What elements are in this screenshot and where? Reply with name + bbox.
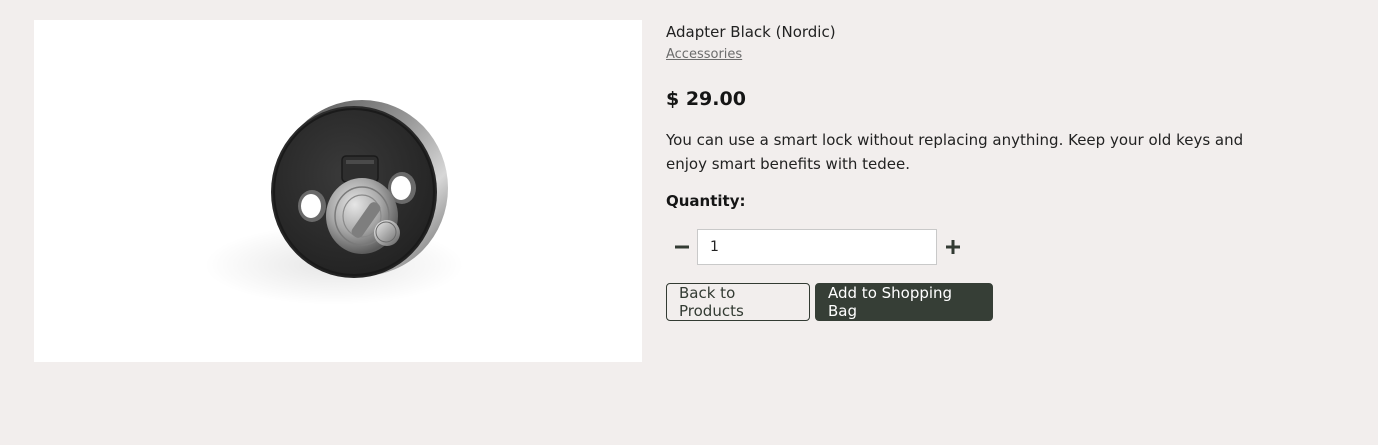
- increase-quantity-button[interactable]: [937, 228, 968, 266]
- product-title: Adapter Black (Nordic): [666, 23, 836, 41]
- category-link[interactable]: Accessories: [666, 46, 742, 64]
- add-to-bag-button[interactable]: Add to Shopping Bag: [815, 283, 993, 321]
- product-description: You can use a smart lock without replaci…: [666, 131, 1244, 173]
- quantity-stepper: [666, 228, 1286, 266]
- action-buttons: Back to Products Add to Shopping Bag: [666, 283, 1286, 321]
- decrease-quantity-button[interactable]: [666, 228, 697, 266]
- product-price: $ 29.00: [666, 88, 746, 110]
- product-info: Adapter Black (Nordic) Accessories $ 29.…: [666, 22, 1286, 321]
- quantity-input[interactable]: [697, 229, 937, 265]
- back-to-products-button[interactable]: Back to Products: [666, 283, 810, 321]
- quantity-label: Quantity:: [666, 192, 746, 210]
- product-image: [34, 20, 642, 362]
- adapter-image: [204, 100, 464, 305]
- minus-icon: [674, 245, 689, 249]
- plus-icon: [945, 240, 960, 254]
